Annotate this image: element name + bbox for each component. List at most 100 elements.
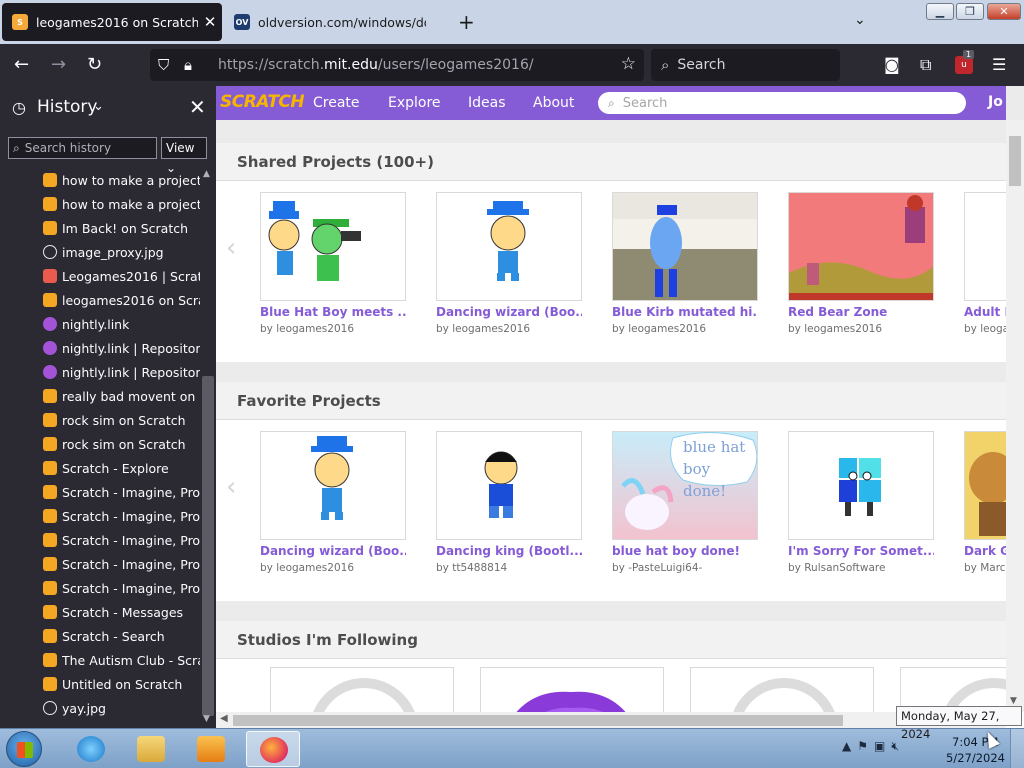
project-author[interactable]: by leogames2016 [612,323,758,335]
nav-ideas-link[interactable]: Ideas [468,95,506,111]
sidebar-scrollbar[interactable]: ▲ ▼ [200,168,216,728]
project-title[interactable]: Dancing wizard (Boo... [260,544,406,558]
scrollbar-thumb[interactable] [233,715,843,726]
shield-icon[interactable]: ⛉ [158,56,176,74]
lock-icon[interactable]: 🔒︎ [184,56,202,74]
minimize-button[interactable]: ▁ [926,3,954,20]
network-icon[interactable]: ▣ [874,739,891,753]
history-item[interactable]: Scratch - Imagine, Progra. [0,552,200,576]
project-thumbnail[interactable] [612,192,758,301]
project-thumbnail[interactable]: blue hat boy done! [612,431,758,540]
url-bar[interactable]: ⛉ 🔒︎ https://scratch.mit.edu/users/leoga… [150,49,644,81]
history-item[interactable]: The Autism Club - Scratch [0,648,200,672]
scrollbar-thumb[interactable] [202,376,214,716]
history-item[interactable]: Im Back! on Scratch [0,216,200,240]
project-card[interactable]: Dancing wizard (Boo... by leogames2016 [436,192,582,335]
close-sidebar-icon[interactable]: ✕ [189,95,206,119]
project-card[interactable]: Dancing wizard (Boo... by leogames2016 [260,431,406,574]
project-author[interactable]: by RulsanSoftware [788,562,934,574]
history-item[interactable]: how to make a project on [0,192,200,216]
start-button[interactable] [6,731,42,767]
project-thumbnail[interactable] [436,192,582,301]
history-item[interactable]: yay.jpg [0,696,200,720]
history-item[interactable]: nightly.link [0,312,200,336]
extensions-puzzle-icon[interactable]: ⧉ [920,55,931,75]
history-item[interactable]: image_proxy.jpg [0,240,200,264]
forward-arrow-icon[interactable]: → [51,54,66,75]
show-desktop-button[interactable] [1010,729,1024,768]
history-item[interactable]: Untitled on Scratch [0,672,200,696]
history-item[interactable]: rock sim on Scratch [0,432,200,456]
taskbar-firefox[interactable] [246,731,300,767]
close-tab-icon[interactable]: ✕ [198,13,222,31]
back-arrow-icon[interactable]: ← [14,54,29,75]
list-all-tabs-icon[interactable]: ⌄ [854,12,866,28]
scroll-up-arrow-icon[interactable]: ▲ [203,169,210,179]
history-item[interactable]: Scratch - Explore [0,456,200,480]
history-search-input[interactable]: ⌕ Search history [8,137,157,159]
page-horizontal-scrollbar[interactable]: ◀ [216,712,1006,728]
scroll-down-arrow-icon[interactable]: ▼ [203,714,210,724]
hamburger-menu-icon[interactable]: ☰ [992,55,1006,74]
history-item[interactable]: leogames2016 on Scratch [0,288,200,312]
join-scratch-link[interactable]: Jo [988,94,1003,110]
history-item[interactable]: Scratch - Search [0,624,200,648]
project-title[interactable]: I'm Sorry For Somet... [788,544,934,558]
project-author[interactable]: by tt5488814 [436,562,582,574]
show-hidden-icons-icon[interactable]: ▲ [842,739,857,753]
history-item[interactable]: Leogames2016 | Scratch K [0,264,200,288]
project-thumbnail[interactable] [260,192,406,301]
nav-create-link[interactable]: Create [313,95,360,111]
tab-scratch-profile[interactable]: S leogames2016 on Scratch ✕ [2,3,222,41]
history-item[interactable]: Scratch - Imagine, Progra. [0,504,200,528]
project-thumbnail[interactable] [788,431,934,540]
project-card[interactable]: Red Bear Zone by leogames2016 [788,192,934,335]
page-vertical-scrollbar[interactable]: ▼ [1006,120,1024,712]
project-card[interactable]: Blue Kirb mutated hi... by leogames2016 [612,192,758,335]
scratch-search-input[interactable]: ⌕ Search [598,92,966,114]
project-title[interactable]: Blue Kirb mutated hi... [612,305,758,319]
project-thumbnail[interactable] [260,431,406,540]
project-card[interactable]: blue hat boy done! blue hat boy done! by… [612,431,758,574]
history-item[interactable]: nightly.link | Repository Cl [0,360,200,384]
taskbar-internet-explorer[interactable] [64,731,118,767]
search-bar[interactable]: ⌕ Search [651,49,840,81]
url-text[interactable]: https://scratch.mit.edu/users/leogames20… [218,57,534,73]
nav-about-link[interactable]: About [533,95,574,111]
history-item[interactable]: nightly.link | Repository Cl [0,336,200,360]
project-author[interactable]: by leogames2016 [788,323,934,335]
action-center-flag-icon[interactable]: ⚑ [857,739,874,753]
project-title[interactable]: Red Bear Zone [788,305,934,319]
history-item[interactable]: Scratch - Messages [0,600,200,624]
project-title[interactable]: Dancing wizard (Boo... [436,305,582,319]
project-thumbnail[interactable] [436,431,582,540]
chevron-down-icon[interactable]: ⌄ [93,99,104,114]
sidebar-title[interactable]: History [37,97,97,117]
carousel-left-arrow-icon[interactable]: ‹ [226,472,236,502]
pocket-icon[interactable]: ◙ [884,55,900,74]
carousel-left-arrow-icon[interactable]: ‹ [226,233,236,263]
close-window-button[interactable]: ✕ [987,3,1021,20]
project-author[interactable]: by leogames2016 [260,562,406,574]
nav-explore-link[interactable]: Explore [388,95,441,111]
project-card[interactable]: I'm Sorry For Somet... by RulsanSoftware [788,431,934,574]
project-author[interactable]: by -PasteLuigi64- [612,562,758,574]
new-tab-button[interactable]: + [458,10,475,34]
scroll-down-arrow-icon[interactable]: ▼ [1010,696,1017,706]
tab-oldversion[interactable]: OV oldversion.com/windows/down [226,3,426,41]
bookmark-star-icon[interactable]: ☆ [621,54,636,74]
project-author[interactable]: by leogames2016 [260,323,406,335]
project-author[interactable]: by leogames2016 [436,323,582,335]
scroll-left-arrow-icon[interactable]: ◀ [220,713,228,724]
project-title[interactable]: Dancing king (Bootl... [436,544,582,558]
project-title[interactable]: blue hat boy done! [612,544,758,558]
view-dropdown[interactable]: View ⌄ [161,137,207,175]
reload-icon[interactable]: ↻ [87,54,102,75]
project-card[interactable]: Dancing king (Bootl... by tt5488814 [436,431,582,574]
history-item[interactable]: how to make a project on [0,168,200,192]
history-item[interactable]: Scratch - Imagine, Progra. [0,528,200,552]
history-item[interactable]: Scratch - Imagine, Progra. [0,576,200,600]
maximize-button[interactable]: ❐ [956,3,984,20]
history-item[interactable]: Scratch - Imagine, Progra. [0,480,200,504]
taskbar-media-player[interactable] [184,731,238,767]
